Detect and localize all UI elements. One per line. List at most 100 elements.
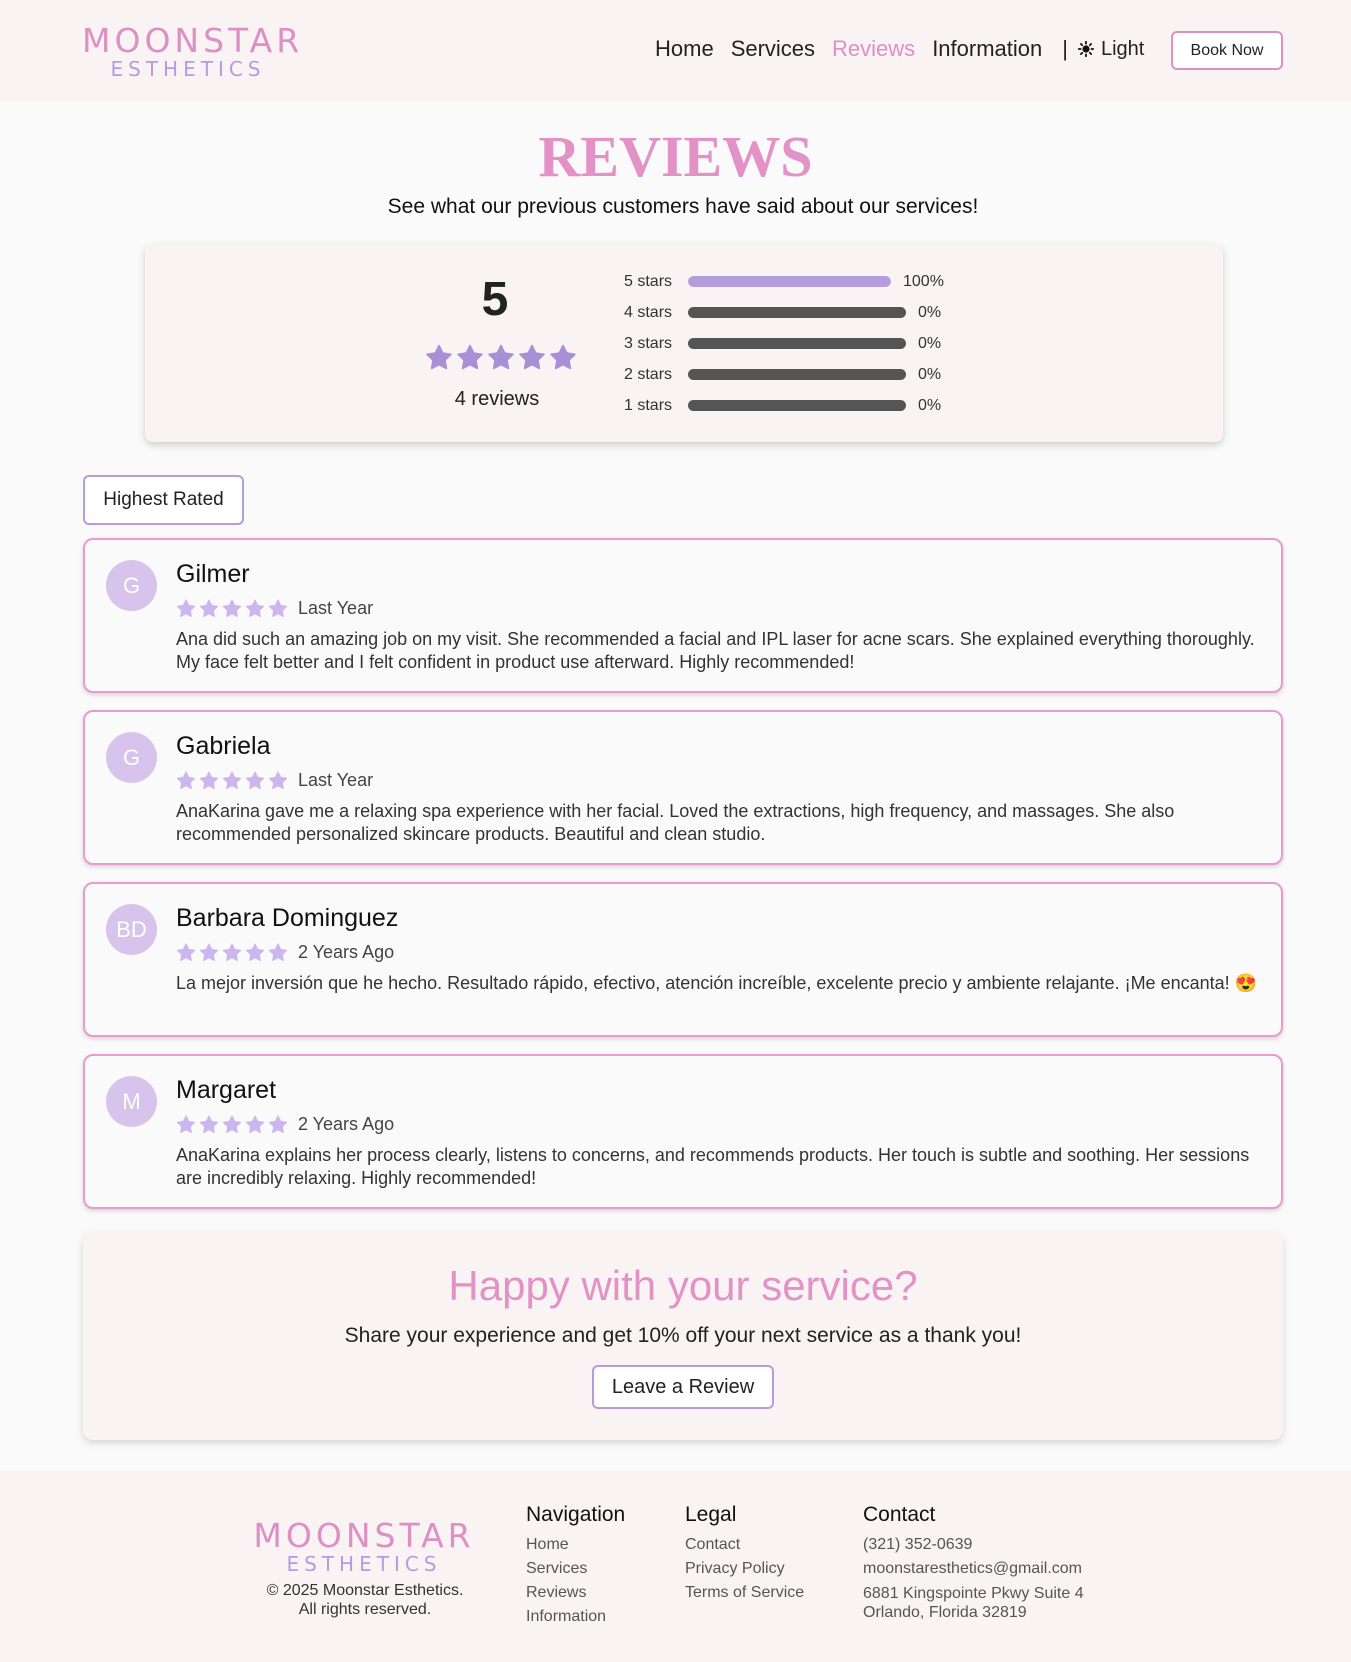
review-text: AnaKarina gave me a relaxing spa experie… [176,801,1175,844]
star-icon [245,771,265,789]
rating-bar-row: 2 stars 0% [624,359,968,390]
star-icon [245,599,265,617]
sun-icon [1077,41,1094,57]
page-subtitle: See what our previous customers have sai… [387,195,979,218]
rating-bar-track [688,338,906,349]
rating-bar-label: 2 stars [624,365,673,383]
footer-legal-heading: Legal [685,1503,737,1526]
rating-bar-track [688,400,906,411]
footer-logo[interactable]: MOONSTAR ESTHETICS [252,1519,476,1574]
average-stars [425,344,580,372]
rating-bar-track [688,369,906,380]
theme-toggle[interactable]: Light [1077,37,1145,61]
rating-bar-label: 4 stars [624,303,673,321]
avatar: G [106,560,157,611]
rating-bar-percent: 0% [918,396,942,414]
star-icon [199,1115,219,1133]
logo[interactable]: MOONSTAR ESTHETICS [82,21,304,79]
review-date: Last Year [298,770,374,790]
review-meta: 2 Years Ago [176,942,394,963]
avatar: M [106,1076,157,1127]
cta-text: Share your experience and get 10% off yo… [344,1324,1022,1347]
star-icon [245,1115,265,1133]
review-meta: 2 Years Ago [176,1114,394,1135]
star-icon [176,1115,196,1133]
star-icon [222,771,242,789]
page-title: REVIEWS [538,124,813,189]
theme-label: Light [1100,37,1145,60]
reviewer-name: Margaret [176,1076,277,1104]
footer-contact: Contact (321) 352-0639 moonstaresthetics… [863,1503,1084,1622]
logo-line1: MOONSTAR [82,21,304,60]
review-text: La mejor inversión que he hecho. Resulta… [176,973,1258,993]
rating-bar-percent: 0% [918,334,942,352]
reviewer-name: Barbara Dominguez [176,904,399,932]
footer-address-line2: Orlando, Florida 32819 [863,1604,1027,1621]
star-icon [488,344,514,370]
cta-title: Happy with your service? [448,1262,918,1309]
rating-bar-row: 5 stars 100% [624,266,968,297]
average-rating: 5 [481,273,509,326]
leave-review-button[interactable]: Leave a Review [592,1365,774,1409]
nav-home[interactable]: Home [655,36,714,62]
site-footer: MOONSTAR ESTHETICS © 2025 Moonstar Esthe… [0,1471,1351,1662]
footer-link-home[interactable]: Home [526,1533,625,1557]
review-stars [176,771,291,791]
review-meta: Last Year [176,598,373,619]
rating-bar-percent: 100% [903,272,944,290]
review-stars [176,943,291,963]
star-icon [199,943,219,961]
review-meta: Last Year [176,770,373,791]
footer-navigation-heading: Navigation [526,1503,626,1526]
avatar: BD [106,904,157,955]
star-icon [176,599,196,617]
site-header: MOONSTAR ESTHETICS Home Services Reviews… [0,0,1351,101]
footer-link-privacy[interactable]: Privacy Policy [685,1557,804,1581]
sort-filter-button[interactable]: Highest Rated [83,475,244,525]
footer-legal: Legal Contact Privacy Policy Terms of Se… [685,1503,804,1605]
star-icon [457,344,483,370]
book-now-button[interactable]: Book Now [1171,31,1283,70]
footer-email[interactable]: moonstaresthetics@gmail.com [863,1557,1084,1581]
copyright-line1: © 2025 Moonstar Esthetics. [266,1582,464,1599]
review-card: M Margaret 2 Years Ago AnaKarina explain… [83,1054,1283,1209]
footer-link-services[interactable]: Services [526,1557,625,1581]
review-text: Ana did such an amazing job on my visit.… [176,629,1255,672]
star-icon [268,771,288,789]
rating-bar-track [688,276,891,287]
rating-bar-track [688,307,906,318]
footer-link-reviews[interactable]: Reviews [526,1581,625,1605]
footer-link-information[interactable]: Information [526,1605,625,1629]
star-icon [268,943,288,961]
rating-bar-percent: 0% [918,303,942,321]
rating-bar-label: 1 stars [624,396,673,414]
star-icon [550,344,576,370]
rating-bar-label: 5 stars [624,272,673,290]
star-icon [222,599,242,617]
review-card: G Gabriela Last Year AnaKarina gave me a… [83,710,1283,865]
rating-bar-fill [688,276,891,287]
footer-link-terms[interactable]: Terms of Service [685,1581,804,1605]
star-icon [176,771,196,789]
reviewer-name: Gabriela [176,732,271,760]
review-date: 2 Years Ago [298,942,395,962]
review-date: Last Year [298,598,374,618]
reviewer-name: Gilmer [176,560,250,588]
footer-logo-line2: ESTHETICS [286,1552,442,1576]
nav-reviews[interactable]: Reviews [832,36,915,62]
review-text: AnaKarina explains her process clearly, … [176,1145,1250,1188]
nav-information[interactable]: Information [932,36,1042,62]
star-icon [268,1115,288,1133]
rating-breakdown: 5 stars 100% 4 stars 0% 3 stars 0% 2 stars 0% 1 … [624,266,968,421]
footer-navigation: Navigation Home Services Reviews Informa… [526,1503,625,1629]
star-icon [519,344,545,370]
review-card: BD Barbara Dominguez 2 Years Ago La mejo… [83,882,1283,1037]
footer-link-contact[interactable]: Contact [685,1533,804,1557]
nav-services[interactable]: Services [731,36,815,62]
avatar: G [106,732,157,783]
star-icon [268,599,288,617]
rating-bar-percent: 0% [918,365,942,383]
footer-phone[interactable]: (321) 352-0639 [863,1533,1084,1557]
footer-address-line1: 6881 Kingspointe Pkwy Suite 4 [863,1585,1084,1602]
star-icon [222,943,242,961]
